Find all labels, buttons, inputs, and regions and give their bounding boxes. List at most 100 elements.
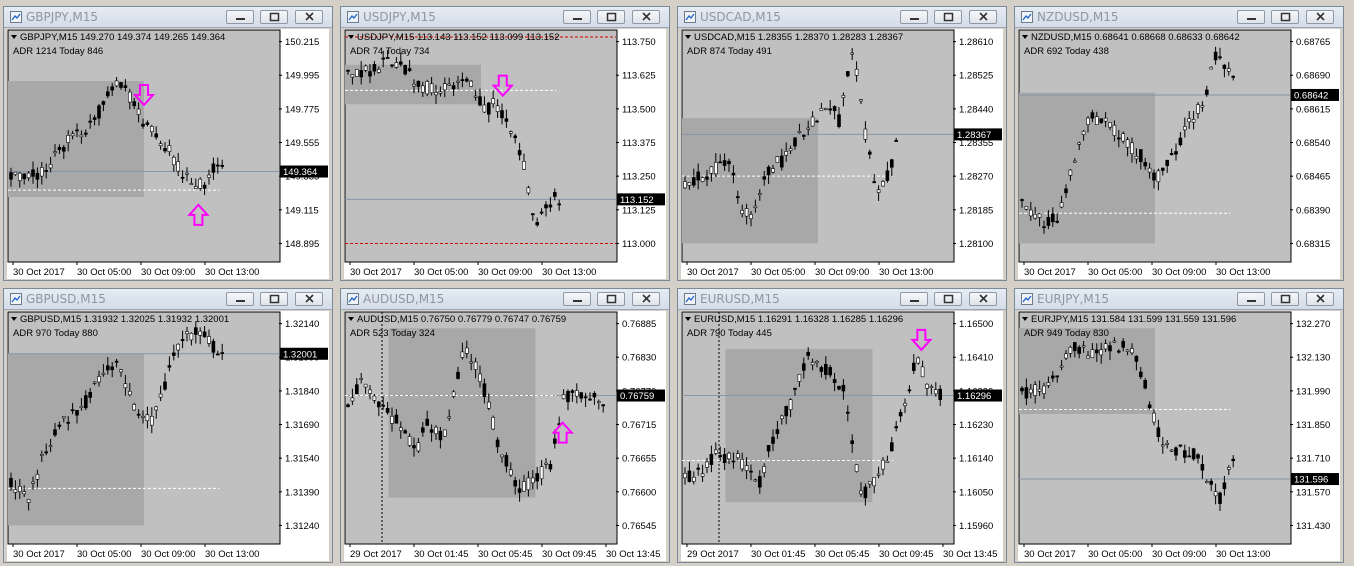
window-titlebar[interactable]: EURUSD,M15: [678, 289, 1006, 310]
minimize-button[interactable]: [900, 10, 928, 24]
candle-body: [876, 189, 881, 193]
candle-body: [535, 222, 539, 226]
candle-body: [744, 208, 749, 217]
candle-body: [509, 131, 513, 134]
minimize-icon: [573, 18, 582, 20]
candle-body: [128, 91, 132, 103]
price-axis-label: 0.76715: [622, 420, 656, 431]
chart-window-usdjpy[interactable]: USDJPY,M15 USDJPY,M15 113.143 113.152 113…: [340, 6, 670, 281]
candle-body: [824, 364, 828, 375]
close-button[interactable]: [632, 10, 660, 24]
window-titlebar[interactable]: NZDUSD,M15: [1015, 7, 1343, 28]
price-axis-label: 148.895: [285, 239, 319, 250]
candle-body: [154, 406, 158, 411]
price-chart[interactable]: EURJPY,M15 131.584 131.599 131.559 131.5…: [1018, 311, 1340, 561]
price-chart[interactable]: EURUSD,M15 1.16291 1.16328 1.16285 1.162…: [681, 311, 1003, 561]
candle-body: [1147, 404, 1152, 408]
price-chart[interactable]: USDCAD,M15 1.28355 1.28370 1.28283 1.283…: [681, 29, 1003, 279]
price-chart[interactable]: GBPJPY,M15 149.270 149.374 149.265 149.3…: [7, 29, 329, 279]
minimize-icon: [236, 18, 245, 20]
chart-window-usdcad[interactable]: USDCAD,M15 USDCAD,M15 1.28355 1.28370 1.2…: [677, 6, 1007, 281]
chart-header-quote: EURJPY,M15 131.584 131.599 131.559 131.5…: [1031, 314, 1236, 325]
candle-body: [101, 101, 106, 105]
close-button[interactable]: [1306, 292, 1334, 306]
chart-window-eurusd[interactable]: EURUSD,M15 EURUSD,M15 1.16291 1.16328 1.1…: [677, 288, 1007, 563]
candle-body: [863, 486, 868, 499]
close-button[interactable]: [969, 292, 997, 306]
minimize-button[interactable]: [1237, 10, 1265, 24]
candle-body: [517, 150, 522, 156]
candle-body: [407, 436, 412, 446]
candle-body: [185, 172, 189, 175]
chart-area[interactable]: NZDUSD,M15 0.68641 0.68668 0.68633 0.686…: [1018, 29, 1340, 279]
candle-body: [859, 490, 863, 495]
maximize-button[interactable]: [1271, 292, 1299, 306]
chart-area[interactable]: USDJPY,M15 113.143 113.152 113.099 113.1…: [344, 29, 666, 279]
candle-body: [1103, 117, 1108, 122]
chart-area[interactable]: GBPUSD,M15 1.31932 1.32025 1.31932 1.320…: [7, 311, 329, 561]
candle-body: [709, 453, 714, 465]
candle-body: [1020, 199, 1024, 201]
close-button[interactable]: [295, 10, 323, 24]
candle-body: [487, 102, 491, 115]
candle-body: [784, 151, 788, 156]
candle-body: [189, 183, 194, 185]
chart-window-gbpusd[interactable]: GBPUSD,M15 GBPUSD,M15 1.31932 1.32025 1.3…: [3, 288, 333, 563]
close-button[interactable]: [632, 292, 660, 306]
maximize-button[interactable]: [934, 10, 962, 24]
chart-area[interactable]: EURJPY,M15 131.584 131.599 131.559 131.5…: [1018, 311, 1340, 561]
window-titlebar[interactable]: EURJPY,M15: [1015, 289, 1343, 310]
minimize-button[interactable]: [226, 292, 254, 306]
candle-body: [700, 473, 705, 477]
candle-body: [806, 127, 810, 130]
minimize-button[interactable]: [563, 10, 591, 24]
maximize-button[interactable]: [597, 10, 625, 24]
candle-body: [1143, 162, 1147, 167]
chart-area[interactable]: AUDUSD,M15 0.76750 0.76779 0.76747 0.767…: [344, 311, 666, 561]
candle-body: [784, 406, 788, 417]
candle-body: [57, 147, 62, 151]
chart-area[interactable]: GBPJPY,M15 149.270 149.374 149.265 149.3…: [7, 29, 329, 279]
minimize-button[interactable]: [226, 10, 254, 24]
price-chart[interactable]: AUDUSD,M15 0.76750 0.76779 0.76747 0.767…: [344, 311, 666, 561]
price-axis-label: 1.32140: [285, 319, 319, 330]
candle-body: [487, 401, 491, 409]
chart-window-audusd[interactable]: AUDUSD,M15 AUDUSD,M15 0.76750 0.76779 0.7…: [340, 288, 670, 563]
maximize-button[interactable]: [260, 292, 288, 306]
price-axis-label: 0.76600: [622, 487, 656, 498]
price-chart[interactable]: NZDUSD,M15 0.68641 0.68668 0.68633 0.686…: [1018, 29, 1340, 279]
chart-window-gbpjpy[interactable]: GBPJPY,M15 GBPJPY,M15 149.270 149.374 149…: [3, 6, 333, 281]
chart-window-nzdusd[interactable]: NZDUSD,M15 NZDUSD,M15 0.68641 0.68668 0.6…: [1014, 6, 1344, 281]
candle-body: [39, 167, 44, 177]
window-titlebar[interactable]: USDCAD,M15: [678, 7, 1006, 28]
maximize-button[interactable]: [260, 10, 288, 24]
candle-body: [9, 478, 13, 488]
maximize-button[interactable]: [597, 292, 625, 306]
candle-body: [1231, 458, 1235, 462]
close-button[interactable]: [1306, 10, 1334, 24]
close-button[interactable]: [295, 292, 323, 306]
close-button[interactable]: [969, 10, 997, 24]
candle-body: [31, 169, 35, 177]
chart-window-eurjpy[interactable]: EURJPY,M15 EURJPY,M15 131.584 131.599 131…: [1014, 288, 1344, 563]
chart-area[interactable]: USDCAD,M15 1.28355 1.28370 1.28283 1.283…: [681, 29, 1003, 279]
chart-area[interactable]: EURUSD,M15 1.16291 1.16328 1.16285 1.162…: [681, 311, 1003, 561]
candle-body: [158, 393, 163, 398]
candle-body: [150, 416, 154, 426]
price-chart[interactable]: GBPUSD,M15 1.31932 1.32025 1.31932 1.320…: [7, 311, 329, 561]
maximize-button[interactable]: [934, 292, 962, 306]
candle-body: [766, 445, 771, 452]
window-titlebar[interactable]: GBPJPY,M15: [4, 7, 332, 28]
candle-body: [1205, 481, 1209, 483]
window-titlebar[interactable]: AUDUSD,M15: [341, 289, 669, 310]
minimize-button[interactable]: [1237, 292, 1265, 306]
price-chart[interactable]: USDJPY,M15 113.143 113.152 113.099 113.1…: [344, 29, 666, 279]
window-titlebar[interactable]: USDJPY,M15: [341, 7, 669, 28]
maximize-button[interactable]: [1271, 10, 1299, 24]
minimize-button[interactable]: [563, 292, 591, 306]
window-titlebar[interactable]: GBPUSD,M15: [4, 289, 332, 310]
candle-body: [1033, 384, 1037, 396]
candle-body: [1050, 375, 1055, 379]
minimize-button[interactable]: [900, 292, 928, 306]
candle-body: [762, 466, 766, 473]
